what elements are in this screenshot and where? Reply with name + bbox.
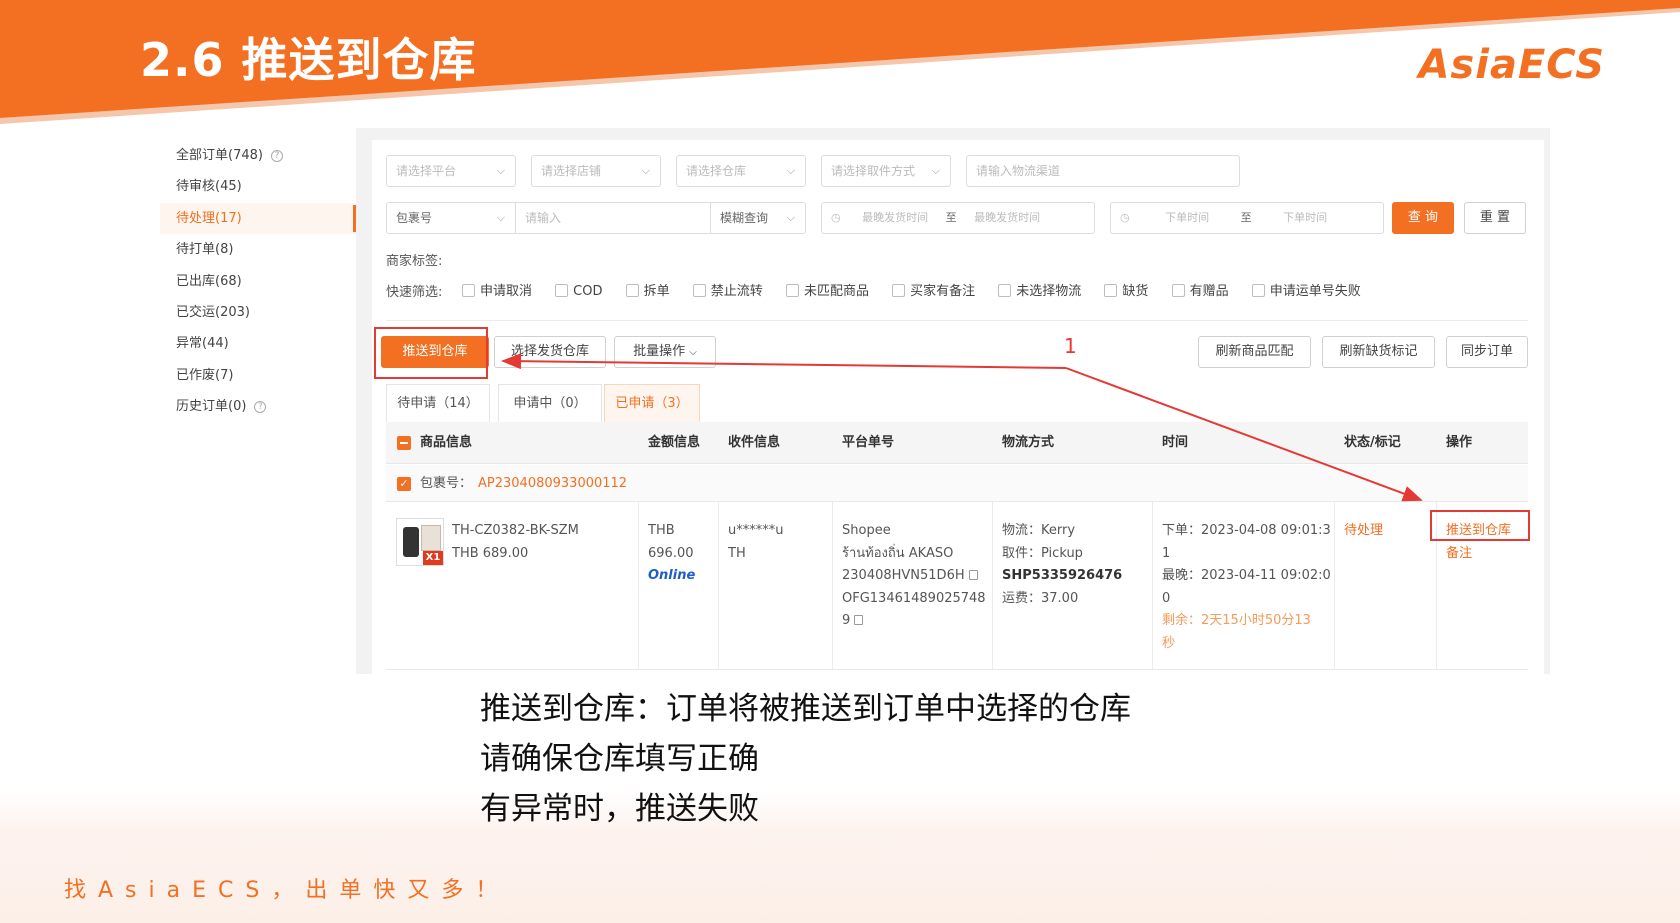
caption-line-3: 有异常时，推送失败: [480, 791, 759, 827]
caption-line-2: 请确保仓库填写正确: [480, 741, 759, 777]
arrow-to-row-push-link: [1065, 367, 1423, 502]
caption-line-1: 推送到仓库：订单将被推送到订单中选择的仓库: [480, 691, 1131, 727]
arrow-to-push-button: [501, 353, 1067, 370]
caption: 推送到仓库：订单将被推送到订单中选择的仓库 请确保仓库填写正确 有异常时，推送失…: [480, 684, 1131, 834]
